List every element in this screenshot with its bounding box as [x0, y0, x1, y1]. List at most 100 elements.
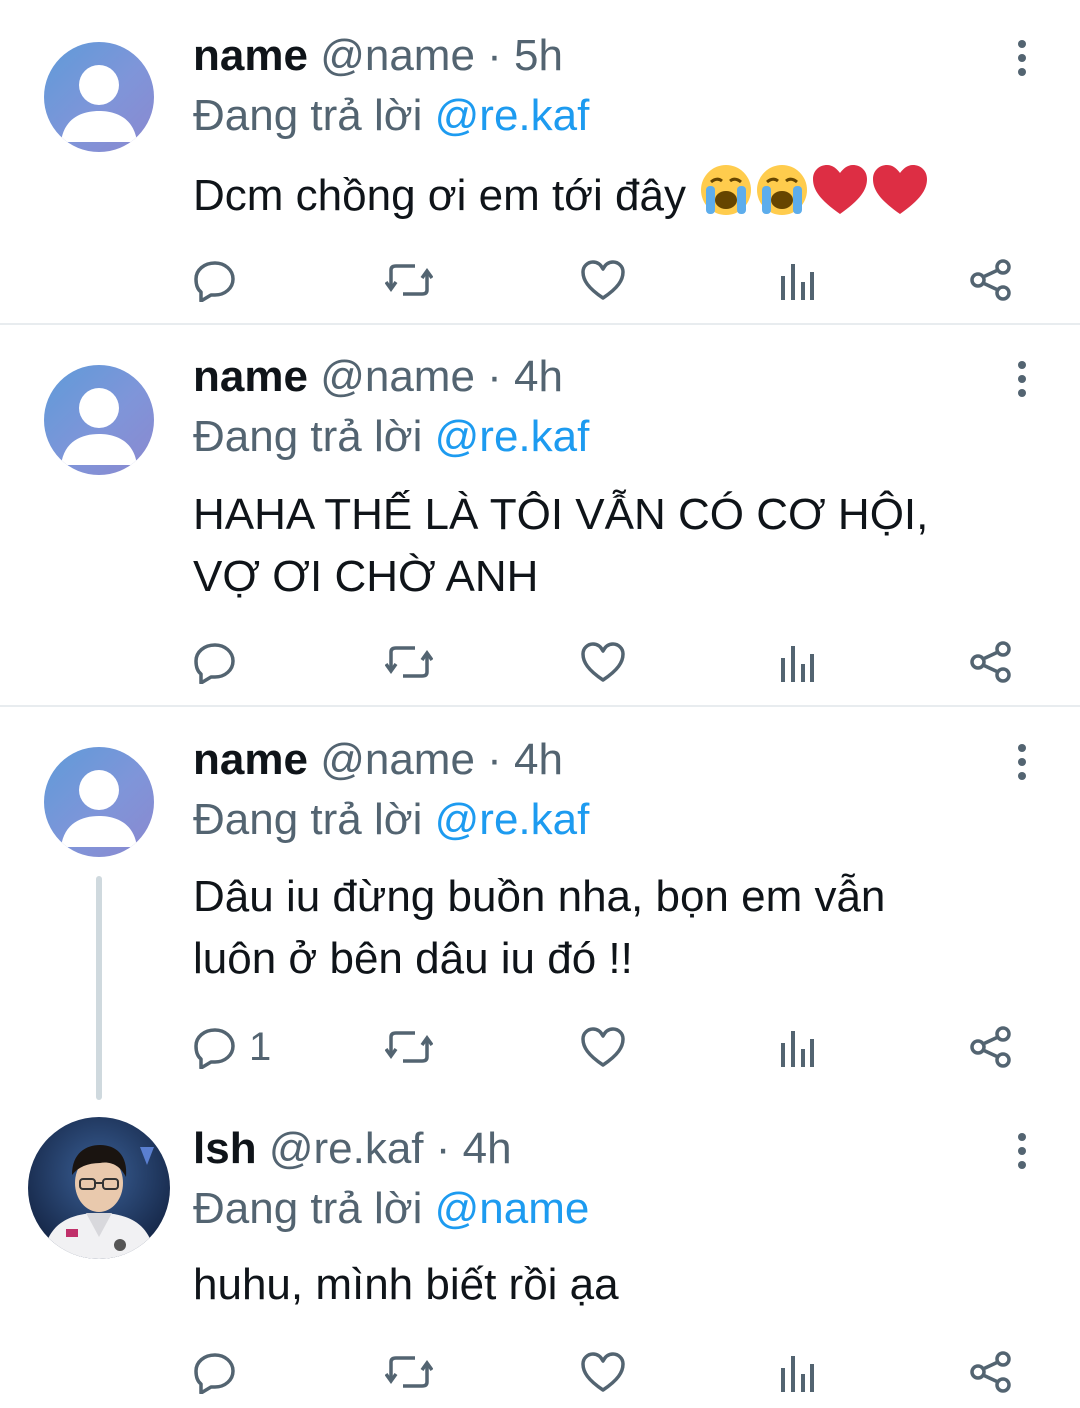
reply-icon: [194, 1353, 235, 1394]
action-bar: 1: [193, 1022, 1023, 1072]
action-bar: [193, 255, 1023, 305]
timestamp[interactable]: 4h: [514, 735, 563, 784]
replying-to: Đang trả lời @name: [193, 1181, 589, 1237]
retweet-button[interactable]: [385, 255, 433, 305]
replying-to: Đang trả lời @re.kaf: [193, 409, 589, 465]
person-icon: [61, 770, 137, 847]
reply-icon: [194, 261, 235, 302]
tweet-text-content: Dcm chồng ơi em tới đây: [193, 171, 686, 221]
display-name[interactable]: name: [193, 735, 308, 784]
retweet-button[interactable]: [385, 1347, 433, 1397]
replying-prefix: Đang trả lời: [193, 91, 423, 140]
tweet-text-line: Dâu iu đừng buồn nha, bọn em vẫn: [193, 872, 886, 921]
display-name[interactable]: lsh: [193, 1124, 257, 1173]
tweet-header: name @name · 4h: [193, 347, 563, 407]
tweet-text: Dâu iu đừng buồn nha, bọn em vẫn luôn ở …: [193, 866, 1023, 990]
display-name[interactable]: name: [193, 352, 308, 401]
separator-dot: ·: [487, 31, 502, 80]
timestamp[interactable]: 4h: [514, 352, 563, 401]
like-button[interactable]: [580, 255, 626, 305]
retweet-button[interactable]: [385, 637, 433, 687]
replying-to: Đang trả lời @re.kaf: [193, 88, 589, 144]
reply-button[interactable]: 1: [193, 1022, 271, 1072]
heart-icon: [581, 260, 625, 300]
like-button[interactable]: [580, 1022, 626, 1072]
retweet-icon: [385, 646, 433, 678]
red-heart-icon: [870, 162, 930, 235]
red-heart-icon: [810, 162, 870, 235]
tweet-text-line: VỢ ƠI CHỜ ANH: [193, 552, 539, 601]
more-vertical-icon[interactable]: [1004, 359, 1040, 399]
views-button[interactable]: [777, 1022, 817, 1072]
retweet-icon: [385, 264, 433, 296]
person-icon: [61, 388, 137, 465]
mention-link[interactable]: @re.kaf: [435, 412, 590, 461]
share-button[interactable]: [969, 1022, 1013, 1072]
share-icon: [970, 641, 1011, 683]
more-vertical-icon[interactable]: [1004, 1131, 1040, 1171]
tweet-3[interactable]: name @name · 4h Đang trả lời @re.kaf Dâu…: [0, 707, 1080, 1097]
views-icon: [781, 264, 814, 300]
like-button[interactable]: [580, 1347, 626, 1397]
share-icon: [970, 1026, 1011, 1068]
replying-to: Đang trả lời @re.kaf: [193, 792, 589, 848]
separator-dot: ·: [487, 735, 502, 784]
heart-icon: [581, 1027, 625, 1067]
mention-link[interactable]: @name: [435, 1184, 590, 1233]
share-button[interactable]: [969, 255, 1013, 305]
views-button[interactable]: [777, 255, 817, 305]
views-icon: [781, 1356, 814, 1392]
user-handle[interactable]: @re.kaf: [269, 1124, 424, 1173]
retweet-icon: [385, 1031, 433, 1063]
tweet-2[interactable]: name @name · 4h Đang trả lời @re.kaf HAH…: [0, 325, 1080, 705]
reply-button[interactable]: [193, 637, 237, 687]
user-handle[interactable]: @name: [320, 352, 475, 401]
replying-prefix: Đang trả lời: [193, 795, 423, 844]
views-icon: [781, 646, 814, 682]
separator-dot: ·: [487, 352, 502, 401]
tweet-text: Dcm chồng ơi em tới đây: [193, 162, 1023, 235]
action-bar: [193, 637, 1023, 687]
tweet-header: lsh @re.kaf · 4h: [193, 1119, 512, 1179]
tweet-header: name @name · 5h: [193, 26, 563, 86]
more-vertical-icon[interactable]: [1004, 742, 1040, 782]
timestamp[interactable]: 5h: [514, 31, 563, 80]
user-handle[interactable]: @name: [320, 31, 475, 80]
mention-link[interactable]: @re.kaf: [435, 795, 590, 844]
views-button[interactable]: [777, 637, 817, 687]
views-icon: [781, 1031, 814, 1067]
timestamp[interactable]: 4h: [463, 1124, 512, 1173]
replying-prefix: Đang trả lời: [193, 412, 423, 461]
retweet-icon: [385, 1356, 433, 1388]
tweet-text-line: HAHA THẾ LÀ TÔI VẪN CÓ CƠ HỘI,: [193, 490, 929, 539]
profile-photo-avatar[interactable]: [28, 1117, 170, 1259]
tweet-text: huhu, mình biết rồi ạa: [193, 1254, 1023, 1316]
person-icon: [61, 65, 137, 142]
tweet-text: HAHA THẾ LÀ TÔI VẪN CÓ CƠ HỘI, VỢ ƠI CHỜ…: [193, 484, 1023, 608]
share-icon: [970, 259, 1011, 301]
mention-link[interactable]: @re.kaf: [435, 91, 590, 140]
reply-icon: [194, 1028, 235, 1069]
display-name[interactable]: name: [193, 31, 308, 80]
more-vertical-icon[interactable]: [1004, 38, 1040, 78]
share-button[interactable]: [969, 637, 1013, 687]
tweet-text-content: huhu, mình biết rồi ạa: [193, 1260, 619, 1309]
tweet-header: name @name · 4h: [193, 730, 563, 790]
tweet-text-line: luôn ở bên dâu iu đó !!: [193, 934, 633, 983]
profile-photo: [28, 1117, 170, 1259]
loudly-crying-face-icon: [754, 162, 810, 235]
user-handle[interactable]: @name: [320, 735, 475, 784]
default-avatar[interactable]: [44, 747, 154, 857]
tweet-4[interactable]: lsh @re.kaf · 4h Đang trả lời @name huhu…: [0, 1097, 1080, 1408]
replying-prefix: Đang trả lời: [193, 1184, 423, 1233]
reply-button[interactable]: [193, 1347, 237, 1397]
like-button[interactable]: [580, 637, 626, 687]
views-button[interactable]: [777, 1347, 817, 1397]
heart-icon: [581, 1352, 625, 1392]
retweet-button[interactable]: [385, 1022, 433, 1072]
default-avatar[interactable]: [44, 42, 154, 152]
share-button[interactable]: [969, 1347, 1013, 1397]
tweet-1[interactable]: name @name · 5h Đang trả lời @re.kaf Dcm…: [0, 0, 1080, 323]
default-avatar[interactable]: [44, 365, 154, 475]
reply-button[interactable]: [193, 255, 237, 305]
